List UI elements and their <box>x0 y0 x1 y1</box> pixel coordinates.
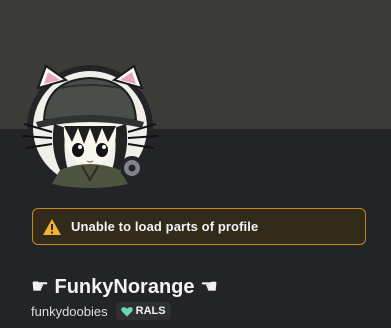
profile-load-warning: Unable to load parts of profile <box>32 208 366 245</box>
warning-message: Unable to load parts of profile <box>71 219 259 234</box>
heart-icon <box>120 306 133 316</box>
username[interactable]: funkydoobies <box>31 304 108 319</box>
avatar-image <box>21 64 159 191</box>
display-name: ☛ FunkyNorange ☚ <box>31 275 218 298</box>
guild-tag-badge[interactable]: RALS <box>115 302 171 320</box>
display-name-row: ☛ FunkyNorange ☚ <box>31 273 218 299</box>
username-row: funkydoobies RALS <box>31 302 171 320</box>
guild-tag-label: RALS <box>135 305 166 317</box>
warning-triangle-icon <box>43 218 61 235</box>
avatar[interactable] <box>20 58 160 198</box>
